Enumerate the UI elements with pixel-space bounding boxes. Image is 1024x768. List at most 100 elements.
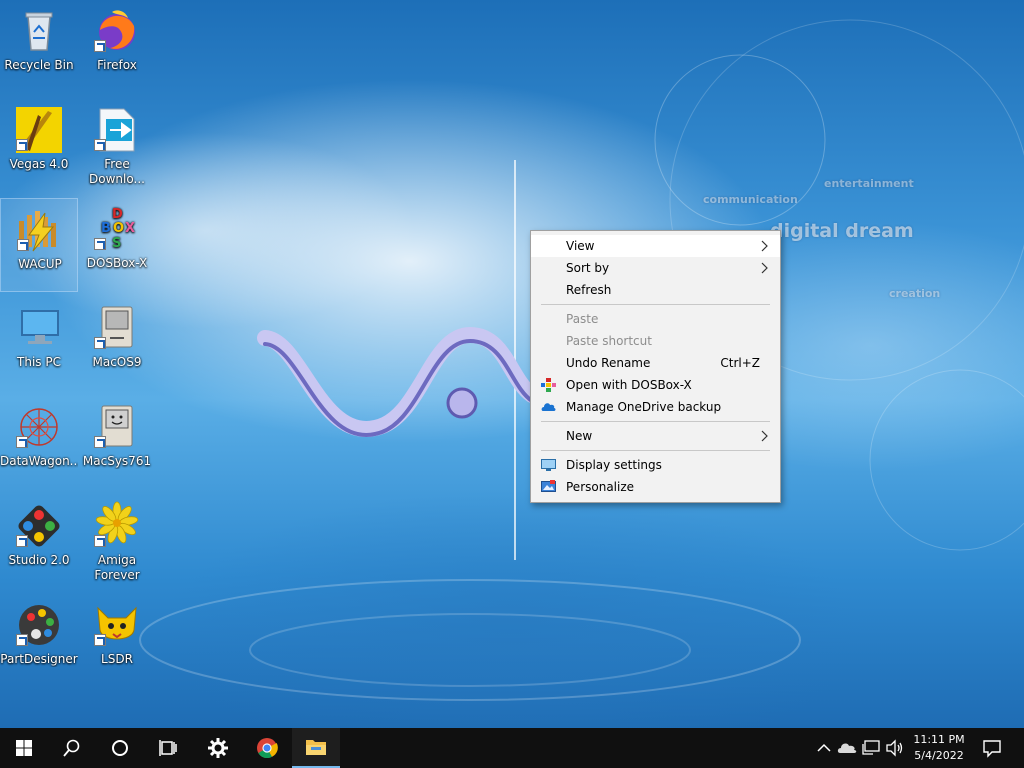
notification-icon[interactable]: [982, 738, 1002, 758]
menu-item-view[interactable]: View: [531, 235, 780, 257]
desktop-icon-dosbox[interactable]: D B O X S DOSBox-X: [78, 198, 156, 292]
wallpaper-text-communication: communication: [703, 193, 798, 206]
task-view-button[interactable]: [144, 728, 192, 768]
folder-icon: [306, 740, 326, 755]
desktop-icon-partdesigner[interactable]: PartDesigner: [0, 594, 78, 688]
menu-item-label: Sort by: [566, 261, 610, 275]
desktop-icon-label: Studio 2.0: [8, 553, 70, 567]
menu-separator: [541, 304, 770, 305]
menu-item-label: Display settings: [566, 458, 662, 472]
shortcut-arrow-icon: [94, 337, 106, 349]
menu-item-label: Paste: [566, 312, 599, 326]
keyboard-shortcut: Ctrl+Z: [720, 356, 760, 370]
shortcut-arrow-icon: [16, 139, 28, 151]
menu-item-label: Undo Rename: [566, 356, 651, 370]
desktop-icon-amiga[interactable]: Amiga Forever: [78, 495, 156, 589]
menu-item-personalize[interactable]: Personalize: [531, 476, 780, 498]
chevron-up-icon[interactable]: [814, 738, 834, 758]
volume-icon[interactable]: [884, 738, 904, 758]
clock-time: 11:11 PM: [913, 733, 965, 746]
menu-item-paste: Paste: [531, 308, 780, 330]
start-button[interactable]: [0, 728, 48, 768]
search-button[interactable]: [48, 728, 96, 768]
desktop-icon-label: WACUP: [18, 257, 62, 271]
onedrive-cloud-icon: [541, 403, 556, 411]
menu-item-label: Open with DOSBox-X: [566, 378, 692, 392]
menu-item-new[interactable]: New: [531, 425, 780, 447]
wallpaper-text-creation: creation: [889, 287, 941, 300]
desktop-icon-label: This PC: [17, 355, 61, 369]
desktop-icon-macos9[interactable]: MacOS9: [78, 297, 156, 391]
menu-item-label: Manage OneDrive backup: [566, 400, 722, 414]
shortcut-arrow-icon: [94, 634, 106, 646]
svg-text:B: B: [101, 221, 111, 236]
personalize-icon: [541, 480, 556, 492]
dosbox-icon: [541, 378, 556, 392]
desktop-icon-macsys[interactable]: MacSys761: [78, 396, 156, 490]
menu-item-open-with-dosbox[interactable]: Open with DOSBox-X: [531, 374, 780, 396]
shortcut-arrow-icon: [94, 40, 106, 52]
desktop-icon-label: DOSBox-X: [86, 256, 148, 270]
desktop-icon-label: Amiga Forever: [94, 553, 140, 582]
desktop-icon-recycle-bin[interactable]: Recycle Bin: [0, 0, 78, 94]
desktop-context-menu: View Sort by Refresh Paste Paste shortcu…: [530, 230, 781, 503]
menu-separator: [541, 421, 770, 422]
chrome-icon: [257, 738, 278, 759]
menu-item-sort-by[interactable]: Sort by: [531, 257, 780, 279]
desktop-icon-label: Free Downlo...: [89, 157, 145, 186]
desktop-icon-label: Firefox: [97, 58, 137, 72]
menu-item-refresh[interactable]: Refresh: [531, 279, 780, 301]
menu-item-label: View: [566, 239, 595, 253]
desktop-icon-label: DataWagon...: [0, 454, 78, 468]
desktop-icon-label: Recycle Bin: [4, 58, 74, 72]
desktop-icon-firefox[interactable]: Firefox: [78, 0, 156, 94]
desktop-icon-datawagon[interactable]: DataWagon...: [0, 396, 78, 490]
desktop-icon-vegas[interactable]: Vegas 4.0: [0, 99, 78, 193]
shortcut-arrow-icon: [16, 535, 28, 547]
menu-item-undo-rename[interactable]: Undo Rename Ctrl+Z: [531, 352, 780, 374]
desktop-icon-free-download[interactable]: Free Downlo...: [78, 99, 156, 193]
desktop-icon-label: PartDesigner: [0, 652, 78, 666]
cortana-button[interactable]: [96, 728, 144, 768]
clock-date: 5/4/2022: [914, 749, 964, 762]
shortcut-arrow-icon: [94, 436, 106, 448]
shortcut-arrow-icon: [94, 238, 106, 250]
menu-item-manage-onedrive[interactable]: Manage OneDrive backup: [531, 396, 780, 418]
taskbar-settings[interactable]: [194, 728, 242, 768]
taskbar: 11:11 PM 5/4/2022: [0, 728, 1024, 768]
taskbar-clock[interactable]: 11:11 PM 5/4/2022: [906, 732, 972, 764]
recycle-bin-icon: [25, 12, 53, 51]
task-view-icon: [159, 740, 177, 756]
shortcut-arrow-icon: [16, 634, 28, 646]
menu-item-display-settings[interactable]: Display settings: [531, 454, 780, 476]
gear-icon: [208, 738, 228, 758]
onedrive-cloud-icon[interactable]: [837, 738, 857, 758]
taskbar-file-explorer[interactable]: [292, 728, 340, 768]
shortcut-arrow-icon: [16, 436, 28, 448]
wallpaper-text-digital-dream: digital dream: [770, 220, 914, 242]
display-settings-icon: [541, 459, 556, 471]
windows-logo-icon: [16, 740, 32, 756]
desktop-icon-label: LSDR: [101, 652, 133, 666]
svg-text:O: O: [113, 221, 124, 236]
shortcut-arrow-icon: [94, 535, 106, 547]
menu-item-label: Personalize: [566, 480, 635, 494]
desktop-icon-wacup[interactable]: WACUP: [0, 198, 78, 292]
desktop-icon-this-pc[interactable]: This PC: [0, 297, 78, 391]
menu-item-label: Refresh: [566, 283, 612, 297]
svg-text:S: S: [112, 236, 121, 251]
desktop-icon-label: MacSys761: [82, 454, 152, 468]
desktop-icon-label: MacOS9: [92, 355, 142, 369]
network-icon[interactable]: [861, 738, 881, 758]
wallpaper-text-entertainment: entertainment: [824, 177, 914, 190]
this-pc-icon: [21, 310, 59, 344]
menu-item-paste-shortcut: Paste shortcut: [531, 330, 780, 352]
menu-item-label: New: [566, 429, 593, 443]
svg-text:D: D: [112, 207, 123, 222]
cortana-circle-icon: [112, 740, 128, 756]
menu-item-label: Paste shortcut: [566, 334, 652, 348]
taskbar-chrome[interactable]: [243, 728, 291, 768]
desktop-icon-lsdr[interactable]: LSDR: [78, 594, 156, 688]
shortcut-arrow-icon: [94, 139, 106, 151]
desktop-icon-studio[interactable]: Studio 2.0: [0, 495, 78, 589]
